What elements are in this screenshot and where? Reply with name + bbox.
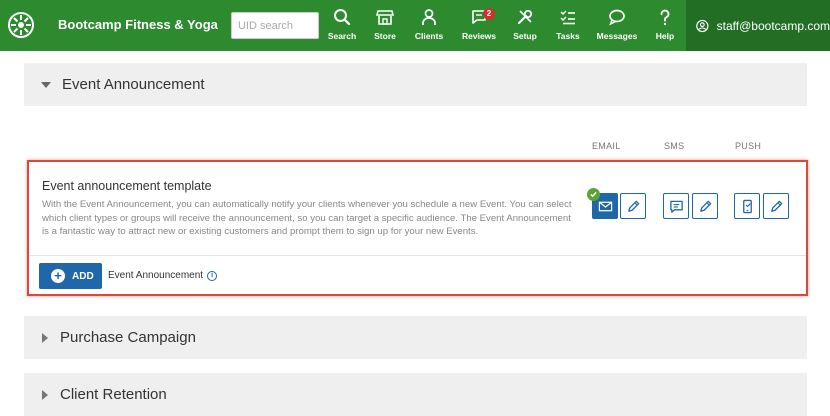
pencil-icon (627, 200, 639, 212)
event-announcement-template-card: Event announcement template With the Eve… (27, 160, 808, 296)
store-icon (376, 10, 394, 25)
nav-help[interactable]: Help (640, 6, 690, 46)
nav-tasks[interactable]: Tasks (543, 6, 593, 46)
nav-help-label: Help (655, 31, 675, 41)
caret-down-icon (41, 81, 51, 88)
section-title: Event Announcement (62, 76, 205, 93)
nav-clients-label: Clients (414, 31, 444, 41)
top-navigation-bar: Bootcamp Fitness & Yoga Search Store Cli… (0, 0, 830, 51)
setup-icon (517, 9, 533, 25)
nav-setup-label: Setup (513, 31, 537, 41)
mobile-push-icon (742, 199, 752, 213)
app-title: Bootcamp Fitness & Yoga (58, 17, 218, 32)
section-purchase-campaign-header[interactable]: Purchase Campaign (24, 316, 807, 359)
nav-messages-label: Messages (596, 31, 638, 41)
card-divider (29, 255, 806, 256)
template-footer-label: Event Announcement i (108, 270, 218, 281)
add-template-button[interactable]: + ADD (39, 263, 102, 289)
enabled-check-icon (587, 188, 600, 201)
template-title: Event announcement template (42, 179, 212, 193)
nav-tasks-label: Tasks (556, 31, 580, 41)
tasks-icon (560, 10, 575, 25)
sms-edit-button[interactable] (692, 193, 718, 219)
column-label-push: PUSH (735, 141, 762, 151)
nav-store-label: Store (374, 31, 396, 41)
section-client-retention-header[interactable]: Client Retention (24, 373, 807, 416)
caret-right-icon (42, 389, 48, 400)
user-email: staff@bootcamp.com (716, 18, 830, 33)
messages-icon (609, 9, 625, 26)
section-title: Purchase Campaign (60, 329, 196, 346)
template-description: With the Event Announcement, you can aut… (42, 199, 572, 237)
nav-store[interactable]: Store (360, 6, 410, 46)
nav-reviews-label: Reviews (461, 31, 497, 41)
info-icon[interactable]: i (207, 270, 218, 281)
app-logo-icon[interactable] (8, 12, 34, 38)
user-menu[interactable]: staff@bootcamp.com (686, 0, 830, 51)
sms-chat-icon (669, 200, 683, 213)
add-button-label: ADD (72, 270, 94, 282)
email-edit-button[interactable] (620, 193, 646, 219)
caret-right-icon (42, 332, 48, 343)
pencil-icon (770, 200, 782, 212)
section-title: Client Retention (60, 386, 167, 403)
footer-label-text: Event Announcement (108, 270, 204, 281)
plus-circle-icon: + (51, 269, 65, 283)
nav-clients[interactable]: Clients (404, 6, 454, 46)
reviews-count-badge: 2 (483, 8, 495, 20)
nav-reviews[interactable]: 2 Reviews (454, 6, 504, 46)
column-label-email: EMAIL (592, 141, 621, 151)
uid-search-input[interactable] (231, 12, 319, 39)
search-icon (334, 9, 351, 26)
section-event-announcement-header[interactable]: Event Announcement (24, 63, 807, 106)
pencil-icon (699, 200, 711, 212)
push-toggle-button[interactable] (734, 193, 760, 219)
nav-messages[interactable]: Messages (592, 6, 642, 46)
column-label-sms: SMS (664, 141, 685, 151)
envelope-icon (598, 201, 612, 211)
nav-search-label: Search (327, 31, 357, 41)
sms-toggle-button[interactable] (663, 193, 689, 219)
push-edit-button[interactable] (763, 193, 789, 219)
user-avatar-icon (696, 19, 709, 32)
clients-icon (422, 9, 436, 25)
help-icon (660, 9, 670, 26)
